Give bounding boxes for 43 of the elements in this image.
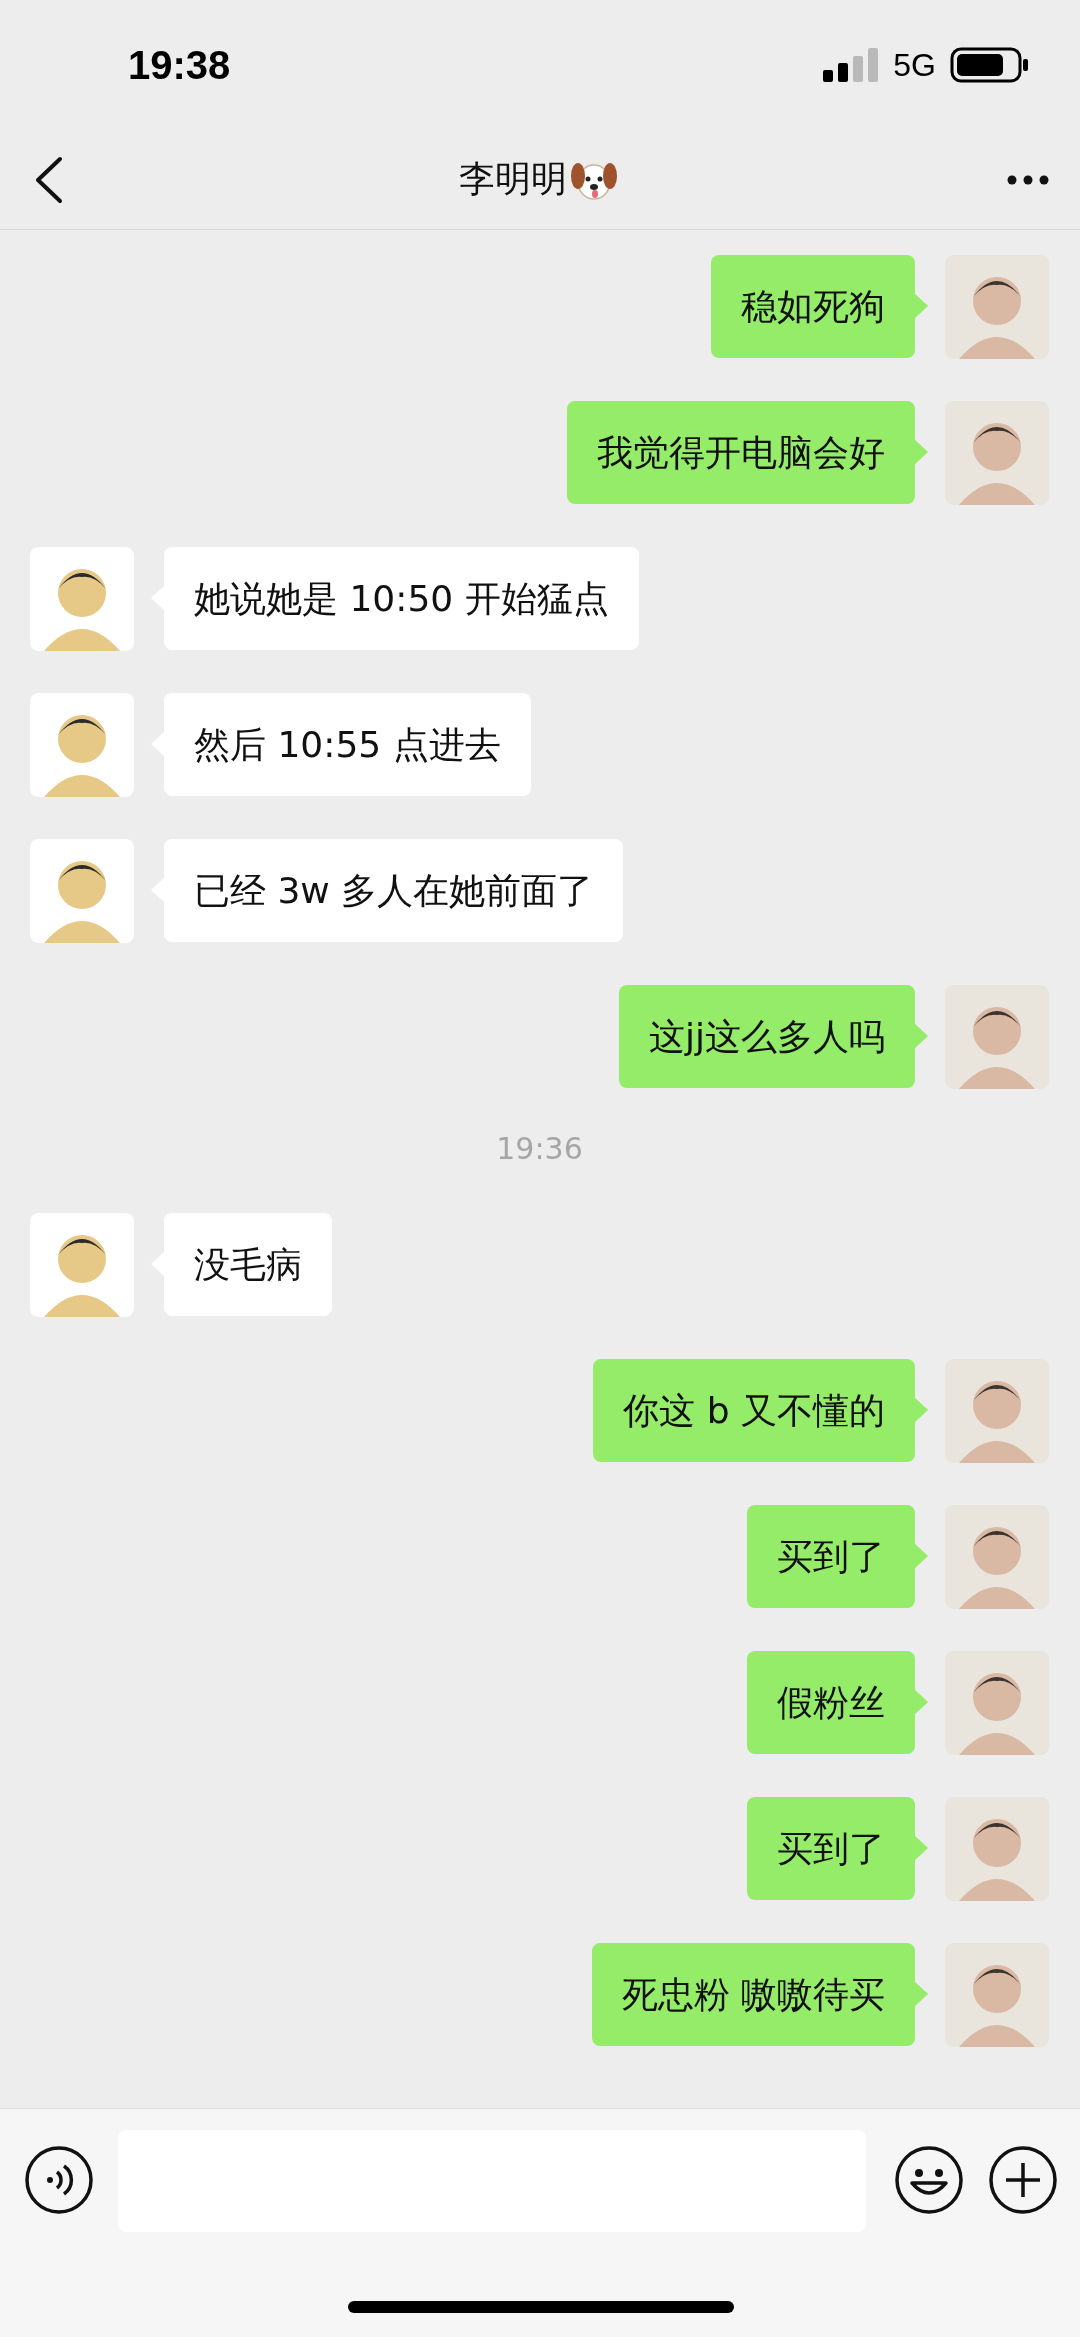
avatar[interactable] (945, 1505, 1049, 1609)
message-bubble[interactable]: 死忠粉 嗷嗷待买 (591, 1943, 915, 2046)
avatar[interactable] (30, 547, 134, 651)
message-bubble[interactable]: 买到了 (747, 1797, 915, 1900)
status-time: 19:38 (128, 42, 231, 88)
avatar[interactable] (945, 1943, 1049, 2047)
chat-title: 李明明 (459, 157, 567, 201)
message-bubble[interactable]: 然后 10:55 点进去 (164, 693, 531, 796)
voice-icon[interactable] (24, 2145, 94, 2215)
avatar[interactable] (945, 1797, 1049, 1901)
bubble-tail (914, 1023, 928, 1049)
emoji-icon[interactable] (894, 2145, 964, 2215)
message-bubble[interactable]: 已经 3w 多人在她前面了 (164, 839, 624, 942)
signal-icon (823, 48, 880, 82)
avatar[interactable] (30, 1213, 134, 1317)
message-bubble[interactable]: 没毛病 (164, 1213, 332, 1316)
bubble-tail (914, 1689, 928, 1715)
message-bubble[interactable]: 我觉得开电脑会好 (567, 401, 915, 504)
timestamp: 19:36 (496, 1131, 583, 1166)
message-bubble[interactable]: 你这 b 又不懂的 (593, 1359, 915, 1462)
bubble-tail (914, 1543, 928, 1569)
avatar[interactable] (945, 401, 1049, 505)
bubble-tail (914, 293, 928, 319)
network-label: 5G (893, 46, 936, 84)
avatar[interactable] (945, 985, 1049, 1089)
message-bubble[interactable]: 稳如死狗 (711, 255, 915, 358)
avatar[interactable] (30, 693, 134, 797)
bubble-tail (914, 1835, 928, 1861)
avatar[interactable] (945, 255, 1049, 359)
message-bubble[interactable]: 假粉丝 (747, 1651, 915, 1754)
home-indicator[interactable] (348, 2301, 734, 2313)
message-bubble[interactable]: 买到了 (747, 1505, 915, 1608)
message-bubble[interactable]: 这jj这么多人吗 (619, 985, 915, 1088)
avatar[interactable] (945, 1359, 1049, 1463)
bubble-tail (914, 439, 928, 465)
battery-icon (950, 47, 1030, 83)
message-bubble[interactable]: 她说她是 10:50 开始猛点 (164, 547, 639, 650)
bubble-tail (914, 1397, 928, 1423)
bubble-tail (914, 1981, 928, 2007)
avatar[interactable] (945, 1651, 1049, 1755)
add-icon[interactable] (988, 2145, 1058, 2215)
avatar[interactable] (30, 839, 134, 943)
more-icon[interactable] (1006, 173, 1050, 186)
